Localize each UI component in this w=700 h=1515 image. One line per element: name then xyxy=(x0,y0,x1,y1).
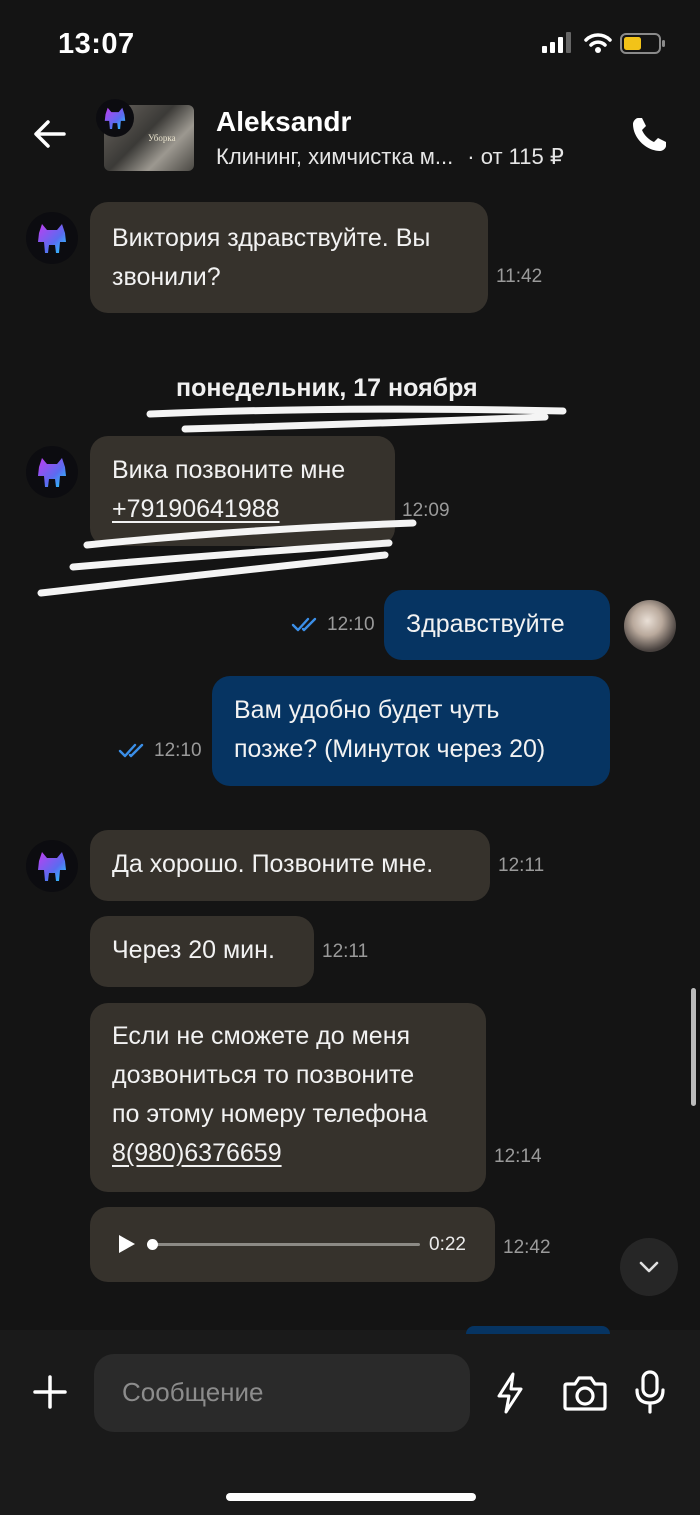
scroll-to-bottom-button[interactable] xyxy=(620,1238,678,1296)
contact-name[interactable]: Aleksandr xyxy=(216,106,351,138)
message-time: 12:10 xyxy=(154,740,202,761)
voice-message-bubble[interactable]: 0:22 xyxy=(90,1207,495,1282)
scrollbar[interactable] xyxy=(691,988,696,1106)
message-time: 12:11 xyxy=(498,855,545,876)
phone-icon[interactable] xyxy=(628,114,670,156)
message-text: Здравствуйте xyxy=(406,610,565,638)
double-check-icon xyxy=(118,743,144,758)
status-time: 13:07 xyxy=(58,28,135,60)
wifi-icon xyxy=(584,33,612,53)
sender-avatar[interactable] xyxy=(26,840,78,892)
plus-icon[interactable] xyxy=(32,1374,68,1410)
listing-service: Клининг, химчистка м... xyxy=(216,144,454,169)
cellular-signal-icon xyxy=(542,32,571,53)
play-icon[interactable] xyxy=(116,1233,138,1255)
user-avatar[interactable] xyxy=(624,600,676,652)
message-bubble-incoming[interactable]: Виктория здравствуйте. Вы звонили? xyxy=(90,202,488,313)
message-text: Вам удобно будет чуть позже? (Минуток че… xyxy=(234,696,546,763)
message-text: Виктория здравствуйте. Вы звонили? xyxy=(112,224,431,291)
voice-duration: 0:22 xyxy=(429,1234,466,1255)
message-text: Через 20 мин. xyxy=(112,936,275,964)
message-bubble-incoming[interactable]: Через 20 мин. xyxy=(90,916,314,987)
sender-avatar[interactable] xyxy=(26,446,78,498)
message-bubble-incoming[interactable]: Да хорошо. Позвоните мне. xyxy=(90,830,490,901)
message-time: 11:42 xyxy=(496,266,543,287)
thumbnail-text: Уборка xyxy=(148,133,176,143)
voice-progress-track[interactable] xyxy=(152,1243,420,1246)
voice-progress-handle[interactable] xyxy=(147,1239,158,1250)
listing-price: · от 115 ₽ xyxy=(467,144,564,169)
message-time: 12:10 xyxy=(327,614,375,635)
home-indicator xyxy=(226,1493,476,1501)
double-check-icon xyxy=(291,617,317,632)
message-bubble-outgoing[interactable]: Вам удобно будет чуть позже? (Минуток че… xyxy=(212,676,610,786)
chevron-down-icon xyxy=(639,1261,659,1273)
contact-avatar[interactable] xyxy=(96,99,134,137)
message-text: Вика позвоните мне xyxy=(112,456,346,484)
back-arrow-icon[interactable] xyxy=(30,114,70,154)
battery-icon xyxy=(620,33,665,54)
message-time: 12:14 xyxy=(494,1146,542,1167)
lightning-icon[interactable] xyxy=(494,1372,526,1414)
redaction-scribble xyxy=(37,519,417,597)
message-time: 12:42 xyxy=(503,1237,551,1258)
date-separator: понедельник, 17 ноября xyxy=(176,374,478,402)
redaction-scribble xyxy=(146,405,567,433)
camera-icon[interactable] xyxy=(562,1374,608,1412)
sender-avatar[interactable] xyxy=(26,212,78,264)
message-bubble-incoming[interactable]: Если не сможете до меня дозвониться то п… xyxy=(90,1003,486,1192)
outgoing-bubble-peek xyxy=(466,1326,610,1334)
microphone-icon[interactable] xyxy=(634,1370,666,1414)
message-text: Если не сможете до меня дозвониться то п… xyxy=(112,1022,428,1128)
listing-subtitle[interactable]: Клининг, химчистка м... · от 115 ₽ xyxy=(216,144,564,170)
message-text: Да хорошо. Позвоните мне. xyxy=(112,850,434,878)
message-input-placeholder: Сообщение xyxy=(122,1377,264,1407)
phone-link[interactable]: 8(980)6376659 xyxy=(90,1134,486,1173)
message-bubble-outgoing[interactable]: Здравствуйте xyxy=(384,590,610,660)
message-time: 12:11 xyxy=(322,941,369,962)
